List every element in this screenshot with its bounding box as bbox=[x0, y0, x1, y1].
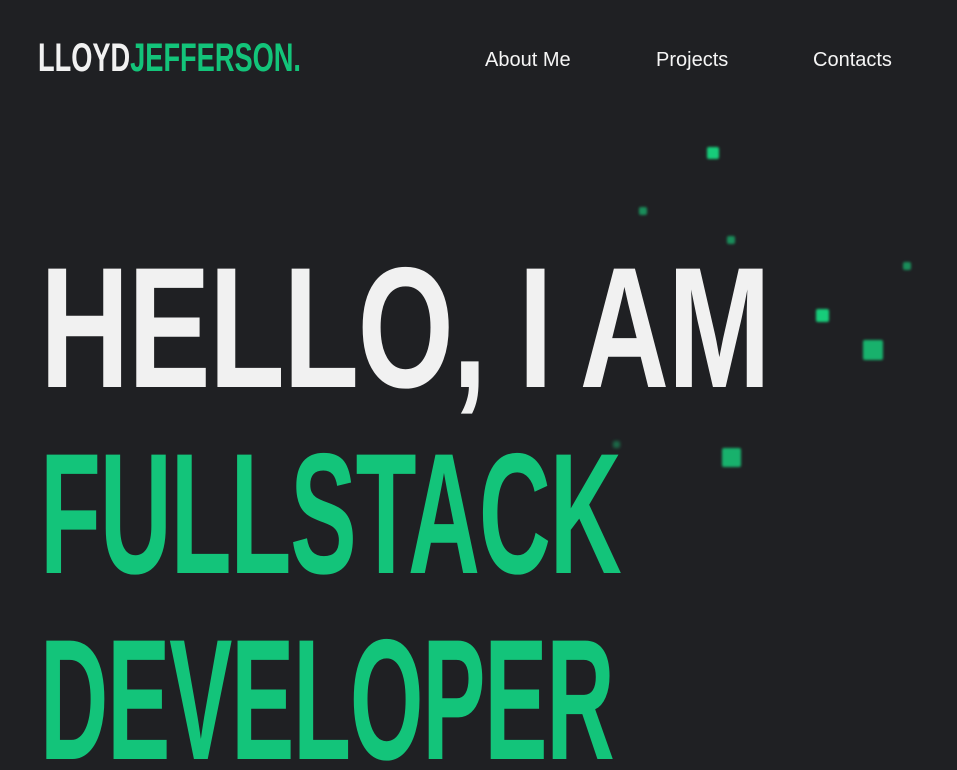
main-nav: About Me Projects Contacts bbox=[0, 47, 957, 73]
hero-line-greeting: HELLO, I AM bbox=[40, 232, 771, 424]
nav-link-projects[interactable]: Projects bbox=[656, 47, 728, 73]
hero-line-role-1: FULLSTACK bbox=[40, 418, 622, 610]
glow-particle bbox=[863, 340, 883, 360]
site-header: LLOYDJEFFERSON. About Me Projects Contac… bbox=[0, 0, 957, 120]
nav-link-contacts[interactable]: Contacts bbox=[813, 47, 892, 73]
glow-particle bbox=[903, 262, 911, 270]
hero-line-role-2: DEVELOPER bbox=[40, 604, 615, 770]
glow-particle bbox=[722, 448, 741, 467]
glow-particle bbox=[639, 207, 647, 215]
nav-link-about-me[interactable]: About Me bbox=[485, 47, 571, 73]
glow-particle bbox=[707, 147, 719, 159]
glow-particle bbox=[816, 309, 829, 322]
